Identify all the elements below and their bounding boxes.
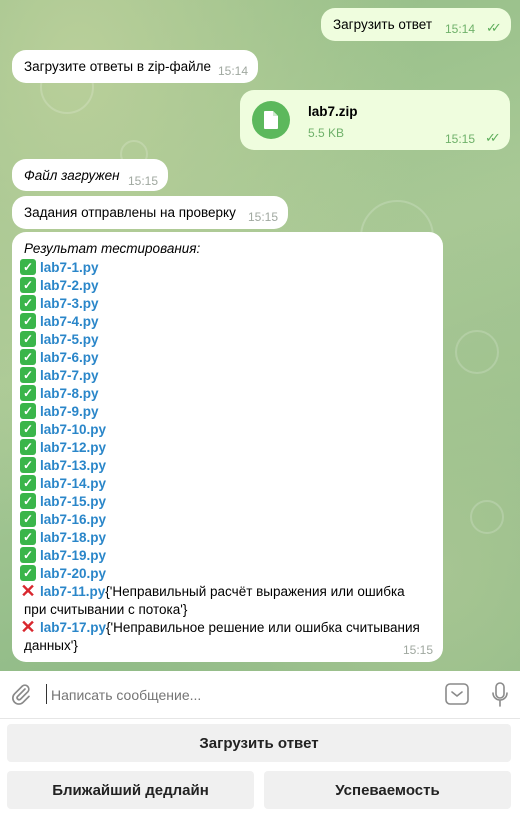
result-line-passed: ✓ lab7-18.py <box>20 528 106 546</box>
result-file-link[interactable]: lab7-16.py <box>40 512 106 527</box>
check-icon: ✓ <box>20 493 36 509</box>
message-time: 15:15 <box>403 643 434 657</box>
cross-icon: ✕ <box>20 616 36 637</box>
result-line-passed: ✓ lab7-6.py <box>20 348 99 366</box>
result-line-passed: ✓ lab7-2.py <box>20 276 99 294</box>
file-size: 5.5 KB <box>308 126 345 140</box>
message-text: Файл загружен <box>24 168 120 183</box>
microphone-icon[interactable] <box>491 682 509 711</box>
result-line-passed: ✓ lab7-12.py <box>20 438 106 456</box>
result-file-link[interactable]: lab7-20.py <box>40 566 106 581</box>
file-icon[interactable] <box>252 101 290 139</box>
check-icon: ✓ <box>20 565 36 581</box>
error-message-continued: данных'} <box>24 637 78 653</box>
check-icon: ✓ <box>20 259 36 275</box>
result-line-passed: ✓ lab7-1.py <box>20 258 99 276</box>
message-time: 15:15 <box>248 210 279 224</box>
attach-icon[interactable] <box>10 683 32 708</box>
check-icon: ✓ <box>20 547 36 563</box>
keyboard-button-deadline[interactable]: Ближайший дедлайн <box>7 771 254 809</box>
result-file-link[interactable]: lab7-5.py <box>40 332 99 347</box>
file-name: lab7.zip <box>308 104 358 119</box>
result-line-passed: ✓ lab7-3.py <box>20 294 99 312</box>
result-line-passed: ✓ lab7-5.py <box>20 330 99 348</box>
message-time: 15:15 <box>445 132 476 146</box>
check-icon: ✓ <box>20 385 36 401</box>
result-file-link[interactable]: lab7-18.py <box>40 530 106 545</box>
message-text: Загрузить ответ <box>333 17 433 32</box>
bot-keyboard-icon[interactable] <box>445 683 469 708</box>
result-file-link[interactable]: lab7-3.py <box>40 296 99 311</box>
result-line-passed: ✓ lab7-19.py <box>20 546 106 564</box>
chat-area: Загрузить ответ 15:14 ✓✓ Загрузите ответ… <box>0 0 520 671</box>
check-icon: ✓ <box>20 439 36 455</box>
message-file[interactable]: lab7.zip 5.5 KB 15:15 ✓✓ <box>240 90 510 150</box>
result-line-passed: ✓ lab7-9.py <box>20 402 99 420</box>
result-line-passed: ✓ lab7-4.py <box>20 312 99 330</box>
result-line-passed: ✓ lab7-7.py <box>20 366 99 384</box>
error-message: {'Неправильный расчёт выражения или ошиб… <box>105 583 405 599</box>
check-icon: ✓ <box>20 367 36 383</box>
result-file-link[interactable]: lab7-11.py <box>40 584 105 599</box>
check-icon: ✓ <box>20 475 36 491</box>
check-icon: ✓ <box>20 421 36 437</box>
message-input[interactable] <box>49 681 423 709</box>
result-line-passed: ✓ lab7-15.py <box>20 492 106 510</box>
message-incoming[interactable]: Задания отправлены на проверку 15:15 <box>12 196 288 229</box>
results-header: Результат тестирования: <box>24 241 201 256</box>
result-file-link[interactable]: lab7-13.py <box>40 458 106 473</box>
read-receipt-icon: ✓✓ <box>486 20 502 35</box>
result-file-link[interactable]: lab7-8.py <box>40 386 99 401</box>
result-line-passed: ✓ lab7-13.py <box>20 456 106 474</box>
result-file-link[interactable]: lab7-17.py <box>40 620 106 635</box>
result-file-link[interactable]: lab7-7.py <box>40 368 99 383</box>
result-file-link[interactable]: lab7-12.py <box>40 440 106 455</box>
message-incoming[interactable]: Файл загружен 15:15 <box>12 159 168 191</box>
error-message-continued: при считывании с потока'} <box>24 601 188 617</box>
check-icon: ✓ <box>20 295 36 311</box>
result-file-link[interactable]: lab7-2.py <box>40 278 99 293</box>
result-line-passed: ✓ lab7-14.py <box>20 474 106 492</box>
result-line-passed: ✓ lab7-8.py <box>20 384 99 402</box>
keyboard-button-progress[interactable]: Успеваемость <box>264 771 511 809</box>
result-file-link[interactable]: lab7-4.py <box>40 314 99 329</box>
cross-icon: ✕ <box>20 580 36 601</box>
message-time: 15:15 <box>128 174 159 188</box>
check-icon: ✓ <box>20 403 36 419</box>
result-line-passed: ✓ lab7-16.py <box>20 510 106 528</box>
check-icon: ✓ <box>20 313 36 329</box>
result-line-failed: ✕ lab7-11.py {'Неправильный расчёт выраже… <box>20 580 405 601</box>
check-icon: ✓ <box>20 457 36 473</box>
result-file-link[interactable]: lab7-9.py <box>40 404 99 419</box>
message-text: Задания отправлены на проверку <box>24 205 236 220</box>
read-receipt-icon: ✓✓ <box>485 130 501 145</box>
result-file-link[interactable]: lab7-6.py <box>40 350 99 365</box>
error-message: {'Неправильное решение или ошибка считыв… <box>106 619 420 635</box>
message-test-results[interactable]: Результат тестирования: ✓ lab7-1.py ✓ lab7-… <box>12 232 443 662</box>
check-icon: ✓ <box>20 511 36 527</box>
message-incoming[interactable]: Загрузите ответы в zip-файле 15:14 <box>12 50 258 83</box>
result-file-link[interactable]: lab7-19.py <box>40 548 106 563</box>
result-line-failed: ✕ lab7-17.py {'Неправильное решение или о… <box>20 616 420 637</box>
result-file-link[interactable]: lab7-15.py <box>40 494 106 509</box>
message-time: 15:14 <box>218 64 249 78</box>
message-text: Загрузите ответы в zip-файле <box>24 59 212 74</box>
cursor-caret <box>46 684 47 704</box>
result-line-passed: ✓ lab7-20.py <box>20 564 106 582</box>
result-line-passed: ✓ lab7-10.py <box>20 420 106 438</box>
check-icon: ✓ <box>20 277 36 293</box>
keyboard-button-upload[interactable]: Загрузить ответ <box>7 724 511 762</box>
check-icon: ✓ <box>20 349 36 365</box>
message-time: 15:14 <box>445 22 476 36</box>
check-icon: ✓ <box>20 331 36 347</box>
message-outgoing[interactable]: Загрузить ответ 15:14 ✓✓ <box>321 8 511 41</box>
message-input-bar <box>0 671 520 719</box>
result-file-link[interactable]: lab7-14.py <box>40 476 106 491</box>
result-file-link[interactable]: lab7-1.py <box>40 260 99 275</box>
result-file-link[interactable]: lab7-10.py <box>40 422 106 437</box>
check-icon: ✓ <box>20 529 36 545</box>
